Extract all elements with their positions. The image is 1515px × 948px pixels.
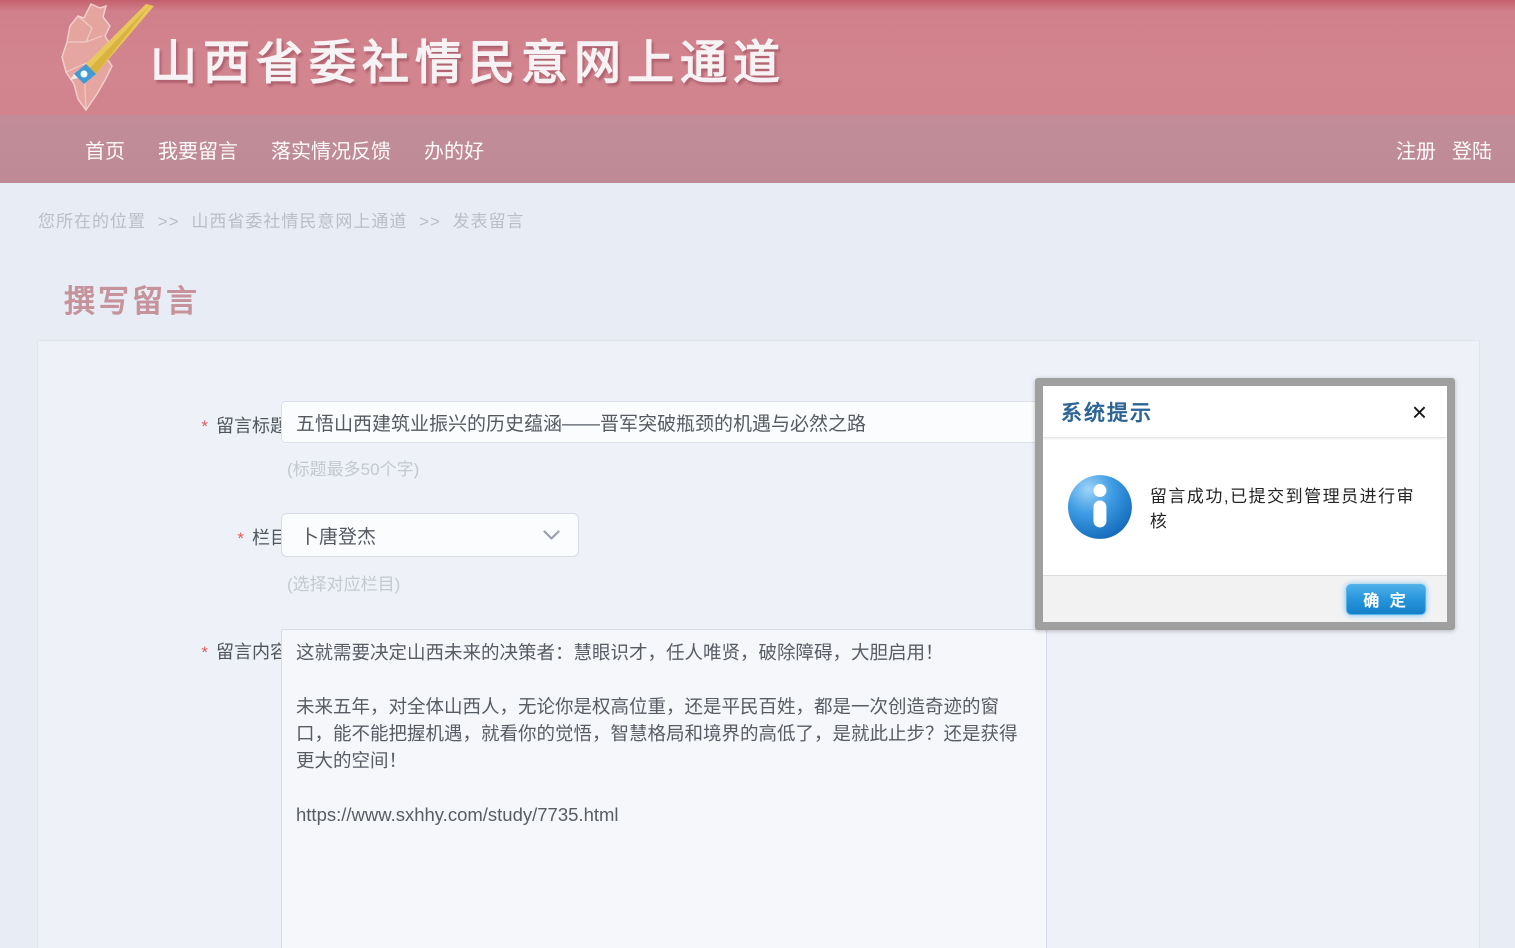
system-prompt-dialog: 系统提示 × 留言成功,已提交到管理员进行审核 确 定 [1035,378,1455,630]
confirm-button[interactable]: 确 定 [1346,584,1426,615]
nav-item-home[interactable]: 首页 [85,135,125,164]
message-content-label: *留言内容: [98,638,293,664]
shanxi-map-icon [34,2,156,114]
dialog-titlebar: 系统提示 × [1043,386,1447,438]
required-mark: * [201,643,208,662]
close-icon[interactable]: × [1410,399,1429,425]
dialog-title: 系统提示 [1061,397,1153,427]
message-content-textarea[interactable]: 这就需要决定山西未来的决策者：慧眼识才，任人唯贤，破除障碍，大胆启用！ 未来五年… [281,629,1047,948]
message-title-label: *留言标题: [98,412,293,438]
dialog-footer: 确 定 [1043,575,1447,622]
nav-item-well-done[interactable]: 办的好 [424,135,484,164]
register-link[interactable]: 注册 [1396,135,1436,164]
nav-item-leave-message[interactable]: 我要留言 [158,135,238,164]
nav-links: 首页 我要留言 落实情况反馈 办的好 [0,135,484,164]
breadcrumb-current: 发表留言 [453,212,525,231]
breadcrumb-separator: >> [419,212,441,231]
auth-links: 注册 登陆 [1396,135,1515,164]
breadcrumb-prefix: 您所在的位置 [38,212,146,231]
title-hint: (标题最多50个字) [287,455,419,480]
breadcrumb-site-link[interactable]: 山西省委社情民意网上通道 [191,212,407,231]
dialog-message: 留言成功,已提交到管理员进行审核 [1150,482,1433,532]
chevron-down-icon [543,530,560,541]
breadcrumb: 您所在的位置 >> 山西省委社情民意网上通道 >> 发表留言 [38,207,531,232]
breadcrumb-separator: >> [158,212,180,231]
page: 山西省委社情民意网上通道 首页 我要留言 落实情况反馈 办的好 注册 登陆 您所… [0,0,1515,948]
category-select[interactable]: 卜唐登杰 [281,513,579,557]
site-title: 山西省委社情民意网上通道 [150,24,786,93]
required-mark: * [201,417,208,436]
site-header: 山西省委社情民意网上通道 [0,0,1515,115]
category-hint: (选择对应栏目) [287,570,400,595]
page-title: 撰写留言 [64,276,200,321]
nav-item-implementation-feedback[interactable]: 落实情况反馈 [271,135,391,164]
shanxi-map-pen-logo [34,2,156,114]
main-nav: 首页 我要留言 落实情况反馈 办的好 注册 登陆 [0,115,1515,183]
required-mark: * [237,529,244,548]
info-icon [1067,474,1133,540]
category-select-value: 卜唐登杰 [300,522,376,549]
dialog-body: 留言成功,已提交到管理员进行审核 [1043,438,1447,575]
category-label: *栏目: [98,524,293,550]
login-link[interactable]: 登陆 [1452,135,1492,164]
